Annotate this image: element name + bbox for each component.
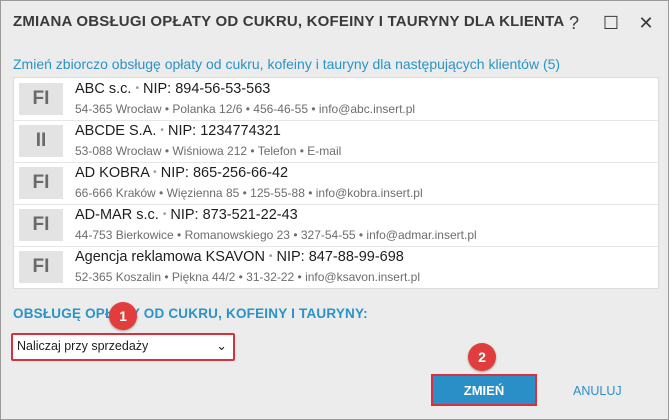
- dialog: ZMIANA OBSŁUGI OPŁATY OD CUKRU, KOFEINY …: [0, 0, 669, 420]
- help-icon[interactable]: ?: [560, 9, 588, 37]
- chevron-down-icon: ⌄: [216, 338, 227, 353]
- client-name: Agencja reklamowa KSAVON: [75, 249, 265, 265]
- separator-dot-icon: •: [135, 83, 139, 94]
- client-nip: NIP: 894-56-53-563: [142, 81, 271, 97]
- client-type-badge: FI: [19, 209, 63, 241]
- client-type-badge: II: [19, 125, 63, 157]
- step-marker-2: 2: [468, 343, 496, 371]
- client-address: 44-753 Bierkowice • Romanowskiego 23 • 3…: [75, 228, 477, 242]
- client-type-badge: FI: [19, 83, 63, 115]
- client-list: FI ABC s.c. • NIP: 894-56-53-563 54-365 …: [13, 77, 659, 289]
- client-address: 66-666 Kraków • Więzienna 85 • 125-55-88…: [75, 186, 423, 200]
- client-address: 52-365 Koszalin • Piękna 44/2 • 31-32-22…: [75, 270, 420, 284]
- client-name-line: Agencja reklamowa KSAVON • NIP: 847-88-9…: [75, 249, 404, 265]
- client-type-badge: FI: [19, 251, 63, 283]
- step-marker-1: 1: [109, 302, 137, 330]
- confirm-button[interactable]: ZMIEŃ: [431, 374, 537, 406]
- client-nip: NIP: 865-256-66-42: [160, 165, 289, 181]
- client-name: ABCDE S.A.: [75, 123, 157, 139]
- client-name-line: ABC s.c. • NIP: 894-56-53-563: [75, 81, 270, 97]
- client-nip: NIP: 847-88-99-698: [276, 249, 404, 265]
- fee-handling-select[interactable]: Naliczaj przy sprzedaży ⌄: [11, 333, 235, 361]
- close-icon[interactable]: ✕: [632, 9, 660, 37]
- list-item[interactable]: FI AD-MAR s.c. • NIP: 873-521-22-43 44-7…: [14, 204, 658, 247]
- separator-dot-icon: •: [153, 167, 157, 178]
- list-item[interactable]: II ABCDE S.A. • NIP: 1234774321 53-088 W…: [14, 120, 658, 163]
- separator-dot-icon: •: [268, 251, 273, 262]
- maximize-icon[interactable]: ☐: [597, 9, 625, 37]
- client-name: AD-MAR s.c.: [75, 207, 159, 223]
- subtitle: Zmień zbiorczo obsługę opłaty od cukru, …: [13, 56, 561, 72]
- separator-dot-icon: •: [162, 209, 167, 220]
- list-item[interactable]: FI ABC s.c. • NIP: 894-56-53-563 54-365 …: [14, 78, 658, 121]
- client-address: 53-088 Wrocław • Wiśniowa 212 • Telefon …: [75, 144, 342, 158]
- cancel-button[interactable]: ANULUJ: [573, 384, 622, 398]
- client-name: ABC s.c.: [75, 81, 132, 97]
- titlebar: ZMIANA OBSŁUGI OPŁATY OD CUKRU, KOFEINY …: [1, 1, 668, 45]
- fee-handling-label: OBSŁUGĘ OPŁATY OD CUKRU, KOFEINY I TAURY…: [13, 306, 368, 321]
- client-name-line: ABCDE S.A. • NIP: 1234774321: [75, 123, 281, 139]
- client-address: 54-365 Wrocław • Polanka 12/6 • 456-46-5…: [75, 102, 416, 116]
- select-value: Naliczaj przy sprzedaży: [17, 339, 149, 353]
- client-name: AD KOBRA: [75, 165, 150, 181]
- dialog-title: ZMIANA OBSŁUGI OPŁATY OD CUKRU, KOFEINY …: [13, 13, 565, 30]
- client-name-line: AD-MAR s.c. • NIP: 873-521-22-43: [75, 207, 298, 223]
- client-nip: NIP: 1234774321: [167, 123, 281, 139]
- client-type-badge: FI: [19, 167, 63, 199]
- list-item[interactable]: FI AD KOBRA • NIP: 865-256-66-42 66-666 …: [14, 162, 658, 205]
- client-name-line: AD KOBRA • NIP: 865-256-66-42: [75, 165, 288, 181]
- client-nip: NIP: 873-521-22-43: [170, 207, 298, 223]
- list-item[interactable]: FI Agencja reklamowa KSAVON • NIP: 847-8…: [14, 246, 658, 288]
- separator-dot-icon: •: [160, 125, 164, 136]
